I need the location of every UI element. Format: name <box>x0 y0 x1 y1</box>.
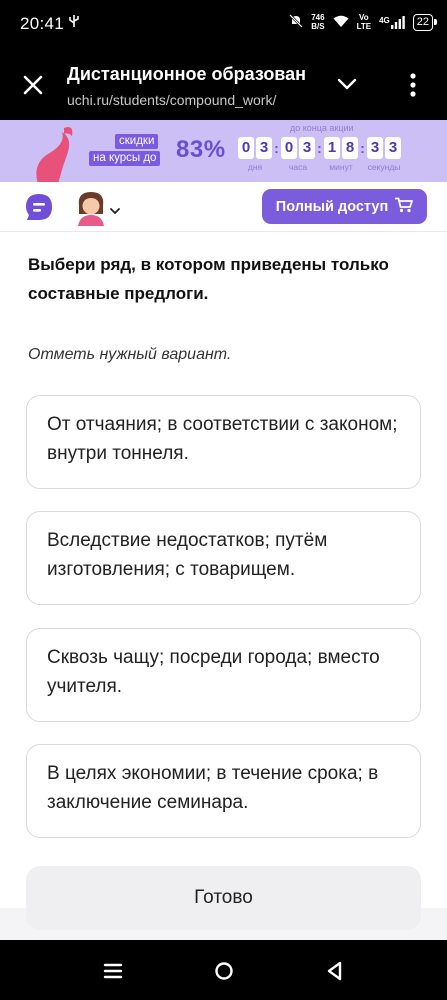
timer-digit: 8 <box>342 137 358 159</box>
page-title: Дистанционное образован <box>67 64 307 84</box>
done-button[interactable]: Готово <box>26 866 421 930</box>
promo-label-line2: на курсы до <box>89 151 161 166</box>
timer-minutes: 1 8 минут <box>324 137 358 172</box>
browser-toolbar: Дистанционное образован uchi.ru/students… <box>0 50 447 120</box>
timer-days: 0 3 дня <box>238 137 272 172</box>
battery-icon: 22 <box>412 13 438 31</box>
tentacle-illustration <box>28 124 98 182</box>
volte-indicator: Vo LTE <box>357 13 372 31</box>
chevron-down-icon[interactable] <box>110 202 120 215</box>
timer-unit: часа <box>288 162 308 172</box>
page-url: uchi.ru/students/compound_work/ <box>67 92 277 108</box>
timer-seconds: 3 3 секунды <box>367 137 401 172</box>
timer-digit: 3 <box>299 137 315 159</box>
net-speed: 746 B/S <box>311 13 324 31</box>
net-speed-unit: B/S <box>311 22 325 31</box>
volte-bottom: LTE <box>356 22 372 31</box>
back-icon[interactable] <box>324 960 346 982</box>
promo-banner[interactable]: скидки на курсы до 83% до конца акции 0 … <box>0 120 447 182</box>
status-icons: 746 B/S Vo LTE 4G 22 <box>289 13 438 31</box>
close-icon[interactable] <box>20 72 46 98</box>
timer-digit: 1 <box>324 137 340 159</box>
full-access-button[interactable]: Полный доступ <box>262 189 427 224</box>
promo-until-label: до конца акции <box>290 123 354 133</box>
answer-option-2[interactable]: Вследствие недостатков; путём изготовлен… <box>26 511 421 605</box>
signal-icon: 4G <box>379 15 405 29</box>
timer-digit: 3 <box>385 137 401 159</box>
answer-option-4[interactable]: В целях экономии; в течение срока; в зак… <box>26 744 421 838</box>
usb-icon <box>68 14 80 31</box>
timer-hours: 0 3 часа <box>281 137 315 172</box>
recent-apps-icon[interactable] <box>102 960 124 982</box>
chevron-down-icon[interactable] <box>336 76 358 92</box>
wifi-icon <box>333 15 349 30</box>
timer-digit: 3 <box>367 137 383 159</box>
chat-icon[interactable] <box>24 192 54 222</box>
promo-percent: 83% <box>176 136 226 163</box>
mute-bell-icon <box>289 14 304 30</box>
timer-separator: : <box>360 140 365 156</box>
avatar[interactable] <box>74 188 108 226</box>
timer-separator: : <box>317 140 322 156</box>
cart-icon <box>394 197 414 217</box>
status-bar: 20:41 746 B/S Vo LTE 4G 22 <box>0 0 447 50</box>
promo-label-line1: скидки <box>115 134 159 149</box>
timer-separator: : <box>274 140 279 156</box>
timer-digit: 0 <box>238 137 254 159</box>
timer-unit: минут <box>329 162 353 172</box>
net-speed-value: 746 <box>311 13 325 22</box>
answer-option-3[interactable]: Сквозь чащу; посреди города; вместо учит… <box>26 628 421 722</box>
countdown-timer: 0 3 дня : 0 3 часа : 1 8 минут : 3 3 сек… <box>238 137 401 172</box>
app-header: Полный доступ <box>0 182 447 232</box>
navigation-bar <box>0 940 447 1000</box>
network-type: 4G <box>379 15 390 25</box>
question-text: Выбери ряд, в котором приведены только с… <box>28 255 389 303</box>
volte-top: Vo <box>359 13 369 22</box>
status-time: 20:41 <box>20 14 65 33</box>
timer-unit: дня <box>247 162 263 172</box>
timer-digit: 3 <box>256 137 272 159</box>
more-menu-icon[interactable] <box>407 72 419 98</box>
instruction-hint: Отметь нужный вариант. <box>28 346 232 363</box>
answer-option-1[interactable]: От отчаяния; в соответствии с законом; в… <box>26 395 421 489</box>
timer-digit: 0 <box>281 137 297 159</box>
home-icon[interactable] <box>213 960 235 982</box>
full-access-label: Полный доступ <box>275 198 389 215</box>
timer-unit: секунды <box>367 162 401 172</box>
